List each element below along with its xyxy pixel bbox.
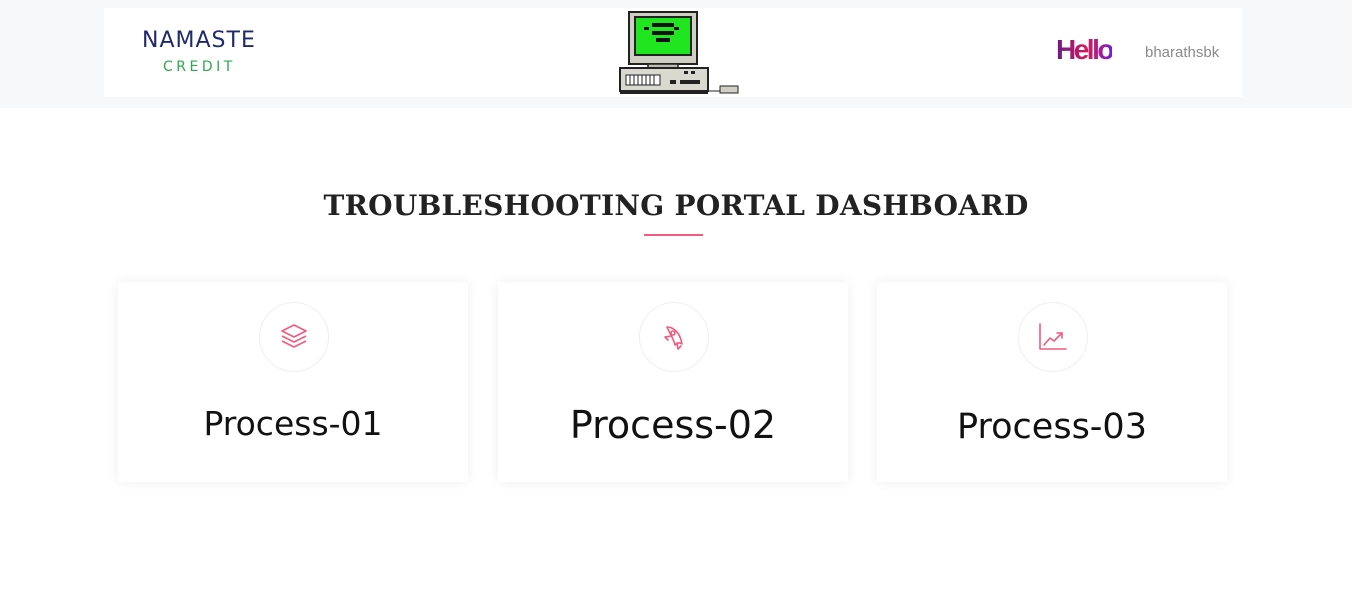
card-icon-circle <box>639 302 709 372</box>
card-icon-circle <box>1018 302 1088 372</box>
page-title: TROUBLESHOOTING PORTAL DASHBOARD <box>323 189 1029 222</box>
title-underline <box>644 234 703 236</box>
hello-greeting: Hello <box>1056 34 1114 65</box>
logo-word-credit: CREDIT <box>163 59 236 75</box>
username-link[interactable]: bharathsbk <box>1145 44 1219 61</box>
computer-icon <box>619 11 739 94</box>
brand-logo[interactable]: NAMASTE CREDIT <box>142 28 255 78</box>
card-icon-circle <box>259 302 329 372</box>
card-label: Process-03 <box>957 407 1147 447</box>
process-card-01[interactable]: Process-01 <box>118 282 468 482</box>
layers-icon <box>281 324 307 348</box>
logo-word-namaste: NAMASTE <box>142 28 256 53</box>
chart-trend-icon <box>1039 323 1067 350</box>
process-card-03[interactable]: Process-03 <box>877 282 1227 482</box>
rocket-icon <box>664 326 683 350</box>
navbar: NAMASTE CREDIT Hello bharathsbk <box>104 8 1242 97</box>
card-label: Process-02 <box>569 403 777 447</box>
card-label: Process-01 <box>203 404 383 443</box>
process-card-02[interactable]: Process-02 <box>498 282 848 482</box>
